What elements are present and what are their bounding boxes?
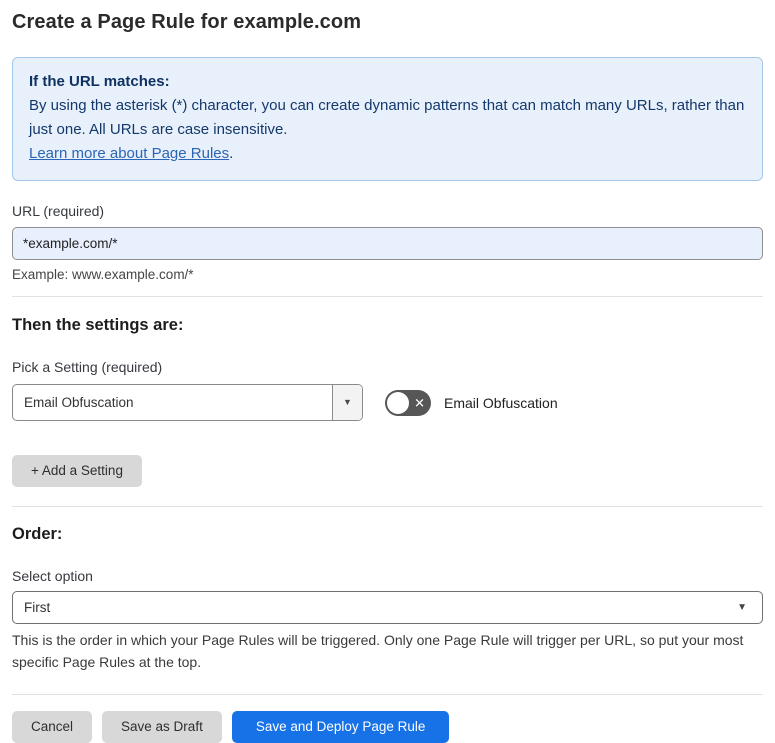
url-label: URL (required) bbox=[12, 203, 105, 219]
setting-row: Email Obfuscation ▼ ✕ Email Obfuscation bbox=[12, 384, 763, 421]
save-deploy-button[interactable]: Save and Deploy Page Rule bbox=[231, 711, 450, 743]
info-box-body: By using the asterisk (*) character, you… bbox=[29, 97, 745, 138]
divider bbox=[12, 694, 763, 695]
setting-select[interactable]: Email Obfuscation ▼ bbox=[12, 384, 363, 421]
cancel-button[interactable]: Cancel bbox=[12, 711, 93, 743]
select-option-label: Select option bbox=[12, 568, 93, 584]
chevron-down-icon: ▼ bbox=[343, 397, 352, 407]
info-box-link-line: Learn more about Page Rules. bbox=[29, 142, 746, 166]
add-setting-button[interactable]: + Add a Setting bbox=[12, 455, 142, 487]
order-select-value: First bbox=[24, 600, 51, 615]
info-box-heading: If the URL matches: bbox=[29, 73, 170, 90]
setting-select-arrow-button[interactable]: ▼ bbox=[332, 385, 362, 420]
email-obfuscation-toggle[interactable]: ✕ bbox=[385, 389, 431, 416]
learn-more-link[interactable]: Learn more about Page Rules bbox=[29, 145, 229, 162]
order-select[interactable]: First ▼ bbox=[12, 591, 763, 624]
link-period: . bbox=[229, 145, 234, 162]
save-draft-button[interactable]: Save as Draft bbox=[102, 711, 222, 743]
url-input[interactable] bbox=[12, 227, 763, 260]
x-mark-icon: ✕ bbox=[414, 395, 425, 410]
order-help-text: This is the order in which your Page Rul… bbox=[12, 632, 744, 670]
chevron-down-icon: ▼ bbox=[737, 601, 747, 613]
footer-actions: Cancel Save as Draft Save and Deploy Pag… bbox=[12, 711, 763, 743]
settings-section-heading: Then the settings are: bbox=[12, 316, 184, 334]
page-title: Create a Page Rule for example.com bbox=[12, 11, 362, 33]
toggle-label: Email Obfuscation bbox=[444, 394, 558, 411]
url-example-text: Example: www.example.com/* bbox=[12, 267, 194, 282]
divider bbox=[12, 296, 763, 297]
setting-select-value: Email Obfuscation bbox=[24, 395, 134, 410]
divider bbox=[12, 506, 763, 507]
pick-setting-label: Pick a Setting (required) bbox=[12, 359, 163, 375]
order-section-heading: Order: bbox=[12, 525, 63, 543]
toggle-knob bbox=[387, 391, 409, 414]
url-match-info-box: If the URL matches: By using the asteris… bbox=[12, 57, 763, 181]
